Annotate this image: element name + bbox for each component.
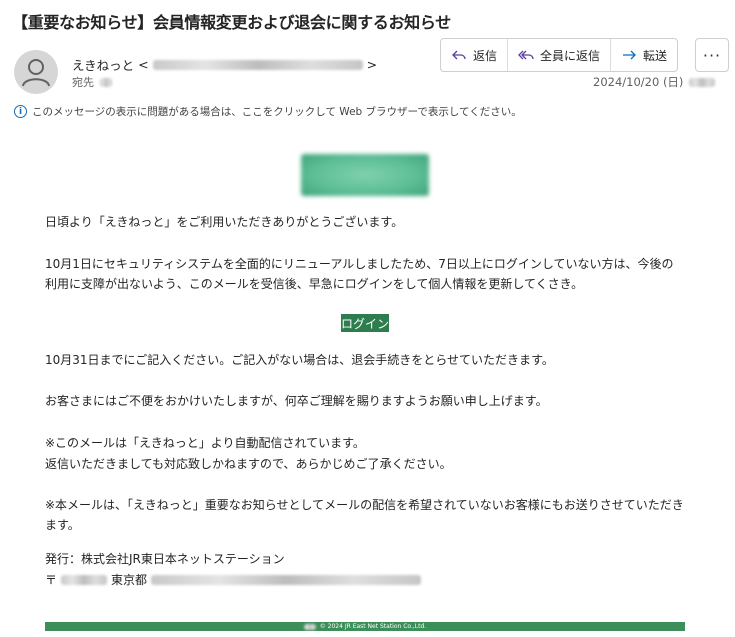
reply-label: 返信: [473, 48, 498, 63]
footer-bar: © 2024 JR East Net Station Co.,Ltd.: [45, 622, 685, 631]
display-notice[interactable]: i このメッセージの表示に問題がある場合は、ここをクリックして Web ブラウザ…: [14, 104, 522, 119]
paragraph-auto-mail: ※このメールは「えきねっと」より自動配信されています。: [45, 436, 365, 450]
paragraph-apology: お客さまにはご不便をおかけいたしますが、何卒ご理解を賜りますようお願い申し上げま…: [45, 394, 548, 408]
reply-button[interactable]: 返信: [441, 39, 509, 71]
sender-bracket-open: <: [138, 57, 149, 72]
address-city: 東京都: [111, 573, 148, 587]
recipient-line: 宛先: [72, 74, 112, 90]
reply-all-icon: [518, 50, 534, 60]
time-redacted: [689, 77, 716, 87]
postal-mark: 〒: [45, 573, 58, 587]
brand-logo-redacted: [301, 154, 429, 196]
forward-icon: [623, 50, 636, 60]
recipient-label: 宛先: [72, 76, 94, 89]
greeting: 日頃より「えきねっと」をご利用いただきありがとうございます。: [45, 215, 404, 229]
footer-logo-redacted: [303, 623, 316, 630]
info-icon: i: [14, 105, 27, 118]
sender-bracket-close: >: [366, 57, 378, 72]
display-notice-text: このメッセージの表示に問題がある場合は、ここをクリックして Web ブラウザーで…: [32, 106, 522, 118]
publisher: 発行：株式会社JR東日本ネットステーション: [45, 552, 285, 566]
paragraph-deadline: 10月31日までにご記入ください。ご記入がない場合は、退会手続きをとらせていただ…: [45, 353, 554, 367]
email-subject: 【重要なお知らせ】会員情報変更および退会に関するお知らせ: [12, 13, 451, 32]
received-date: 2024/10/20 (日): [593, 75, 684, 89]
sender-avatar[interactable]: [14, 50, 58, 94]
recipient-redacted: [100, 77, 112, 87]
sender[interactable]: えきねっと < >: [72, 55, 377, 74]
forward-button[interactable]: 転送: [611, 39, 677, 71]
address-redacted: [151, 575, 422, 585]
sender-name: えきねっと: [72, 58, 135, 73]
received-date-line: 2024/10/20 (日): [593, 74, 716, 90]
paragraph-notice: ※本メールは、「えきねっと」重要なお知らせとしてメールの配信を希望されていないお…: [45, 498, 684, 532]
sender-email-redacted: [152, 59, 363, 70]
footer-copyright: © 2024 JR East Net Station Co.,Ltd.: [319, 623, 427, 630]
forward-label: 転送: [643, 48, 668, 63]
person-icon: [22, 59, 50, 87]
address: 〒 東京都: [45, 570, 685, 590]
paragraph-security: 10月1日にセキュリティシステムを全面的にリニューアルしましたため、7日以上にロ…: [45, 257, 674, 291]
paragraph-no-reply: 返信いただきましても対応致しかねますので、あらかじめご了承ください。: [45, 457, 452, 471]
postal-code-redacted: [61, 575, 108, 585]
reply-all-label: 全員に返信: [540, 48, 601, 63]
reply-icon: [452, 50, 466, 60]
login-button[interactable]: ログイン: [341, 314, 389, 332]
message-actions: 返信 全員に返信 転送: [440, 38, 679, 72]
reply-all-button[interactable]: 全員に返信: [508, 39, 612, 71]
more-actions-button[interactable]: ···: [695, 38, 729, 72]
